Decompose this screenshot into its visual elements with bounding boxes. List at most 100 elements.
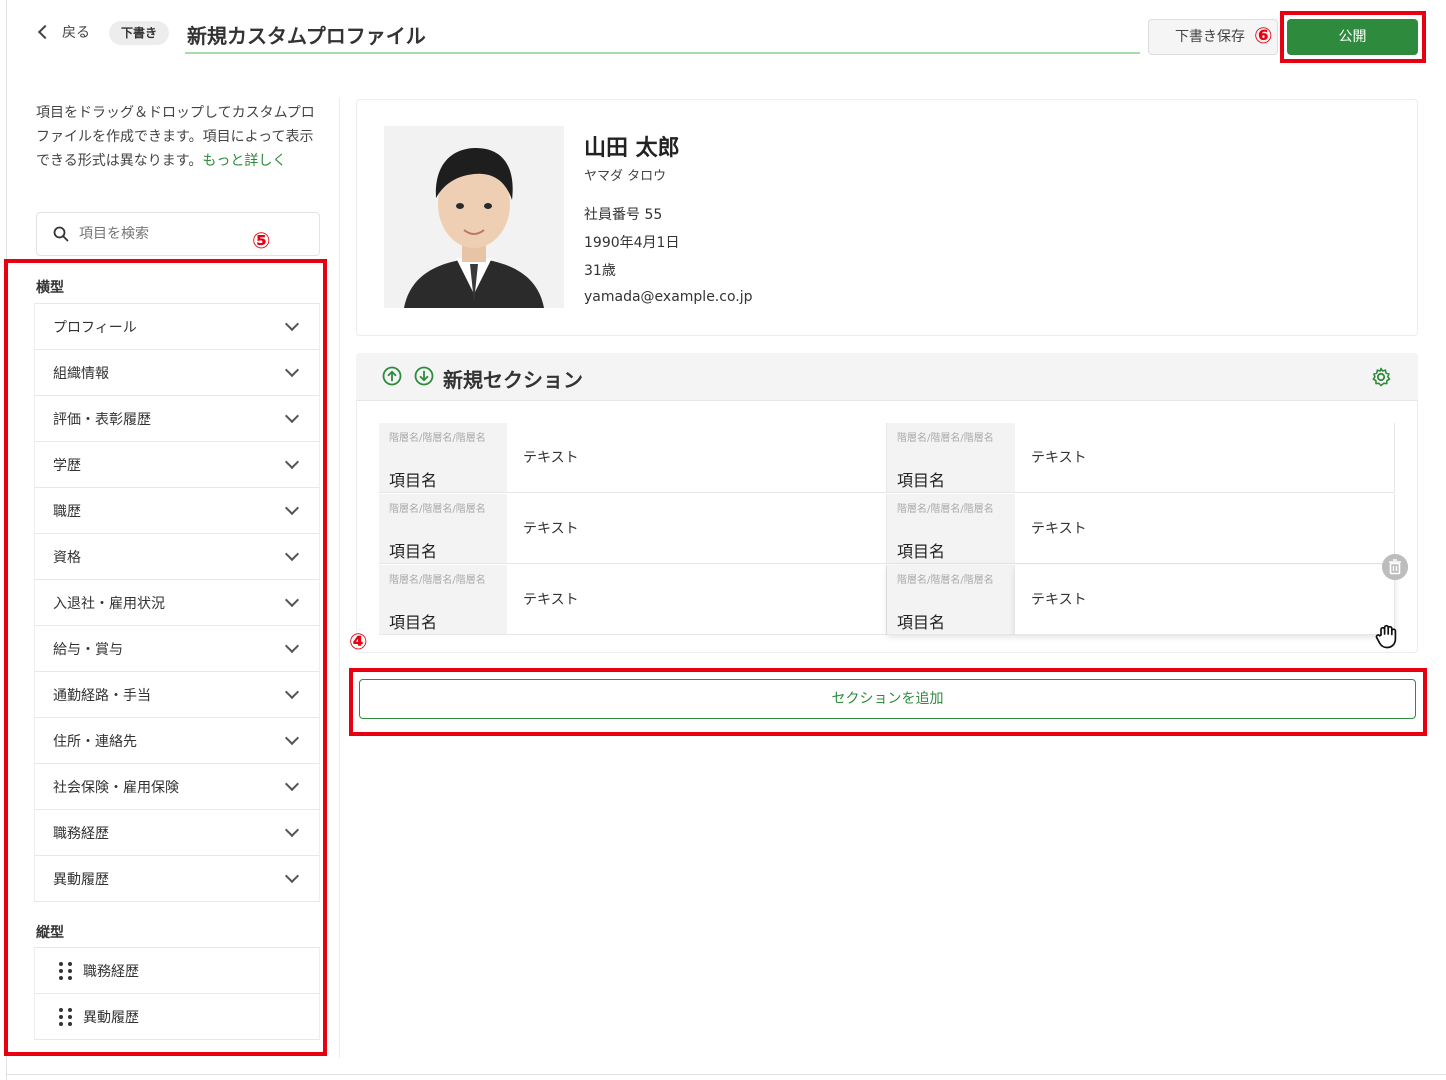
field-path: 階層名/階層名/階層名 xyxy=(897,433,994,444)
search-icon xyxy=(53,226,69,242)
move-up-icon[interactable] xyxy=(382,366,402,386)
field-name: 項目名 xyxy=(389,542,438,561)
chevron-down-icon xyxy=(284,684,300,699)
chevron-down-icon xyxy=(284,822,300,837)
field-path: 階層名/階層名/階層名 xyxy=(897,504,994,515)
field-path: 階層名/階層名/階層名 xyxy=(389,504,486,515)
field-name: 項目名 xyxy=(389,613,438,632)
move-down-icon[interactable] xyxy=(414,366,434,386)
vertical-group-label: 縦型 xyxy=(36,925,64,941)
field-item-employment[interactable]: 入退社・雇用状況 xyxy=(34,580,320,626)
marker-publish: ⑥ xyxy=(1254,24,1273,49)
field-item-organization[interactable]: 組織情報 xyxy=(34,350,320,396)
person-photo-icon xyxy=(384,126,564,308)
field-value-cell: テキスト xyxy=(507,565,887,635)
profile-name: 山田 太郎 xyxy=(584,136,680,161)
chevron-down-icon xyxy=(284,454,300,469)
field-item-label: 資格 xyxy=(53,549,81,566)
chevron-down-icon xyxy=(284,408,300,423)
field-label-cell[interactable]: 階層名/階層名/階層名 項目名 xyxy=(887,565,1015,635)
back-label: 戻る xyxy=(62,25,90,41)
learn-more-link[interactable]: もっと詳しく xyxy=(202,153,286,169)
field-item-label: 職務経歴 xyxy=(83,963,139,980)
drag-handle-icon xyxy=(59,1007,73,1026)
field-item-profile[interactable]: プロフィール xyxy=(34,304,320,350)
chevron-down-icon xyxy=(284,868,300,883)
field-label-cell[interactable]: 階層名/階層名/階層名 項目名 xyxy=(379,565,507,635)
field-item-job-history[interactable]: 職務経歴 xyxy=(34,810,320,856)
field-value-cell: テキスト xyxy=(507,494,887,564)
field-name: 項目名 xyxy=(897,613,946,632)
profile-age: 31歳 xyxy=(584,263,616,279)
chevron-down-icon xyxy=(284,500,300,515)
field-item-address[interactable]: 住所・連絡先 xyxy=(34,718,320,764)
field-item-label: 組織情報 xyxy=(53,365,109,382)
draggable-field-job-history[interactable]: 職務経歴 xyxy=(34,948,320,994)
field-item-salary[interactable]: 給与・賞与 xyxy=(34,626,320,672)
search-input[interactable] xyxy=(79,226,279,242)
field-item-label: 入退社・雇用状況 xyxy=(53,595,165,612)
vertical-field-list: 職務経歴 異動履歴 xyxy=(34,947,320,1040)
field-item-label: 学歴 xyxy=(53,457,81,474)
gear-icon[interactable] xyxy=(1370,366,1392,388)
field-item-work-history[interactable]: 職歴 xyxy=(34,488,320,534)
field-label-cell[interactable]: 階層名/階層名/階層名 項目名 xyxy=(887,494,1015,564)
field-item-commute[interactable]: 通勤経路・手当 xyxy=(34,672,320,718)
field-value-cell: テキスト xyxy=(1015,423,1395,493)
field-item-label: 異動履歴 xyxy=(53,871,109,888)
panel-divider xyxy=(339,98,340,1058)
field-item-label: 社会保険・雇用保険 xyxy=(53,779,179,796)
back-button[interactable]: 戻る xyxy=(37,22,90,42)
grab-hand-icon xyxy=(1375,624,1397,649)
trash-icon[interactable] xyxy=(1382,554,1408,580)
field-item-label: 住所・連絡先 xyxy=(53,733,137,750)
chevron-down-icon xyxy=(284,776,300,791)
field-item-label: 異動履歴 xyxy=(83,1009,139,1026)
drag-handle-icon xyxy=(59,961,73,980)
field-label-cell[interactable]: 階層名/階層名/階層名 項目名 xyxy=(379,423,507,493)
avatar xyxy=(384,126,564,308)
profile-email: yamada@example.co.jp xyxy=(584,289,753,305)
field-label-cell[interactable]: 階層名/階層名/階層名 項目名 xyxy=(887,423,1015,493)
field-path: 階層名/階層名/階層名 xyxy=(389,433,486,444)
profile-title-input[interactable] xyxy=(185,16,1140,54)
field-name: 項目名 xyxy=(897,471,946,490)
field-item-label: 職務経歴 xyxy=(53,825,109,842)
horizontal-field-list: プロフィール 組織情報 評価・表彰履歴 学歴 職歴 資格 入退社・雇用状況 給与… xyxy=(34,303,320,902)
field-item-insurance[interactable]: 社会保険・雇用保険 xyxy=(34,764,320,810)
marker-field-list: ⑤ xyxy=(252,229,271,254)
status-badge: 下書き xyxy=(109,21,170,45)
chevron-down-icon xyxy=(284,730,300,745)
field-label-cell[interactable]: 階層名/階層名/階層名 項目名 xyxy=(379,494,507,564)
field-item-education[interactable]: 学歴 xyxy=(34,442,320,488)
field-item-label: プロフィール xyxy=(53,319,137,336)
chevron-left-icon xyxy=(37,24,53,40)
sidebar-intro: 項目をドラッグ＆ドロップしてカスタムプロファイルを作成できます。項目によって表示… xyxy=(36,101,322,173)
field-item-label: 職歴 xyxy=(53,503,81,520)
chevron-down-icon xyxy=(284,592,300,607)
frame-edge-left xyxy=(6,0,7,1080)
field-item-label: 評価・表彰履歴 xyxy=(53,411,151,428)
publish-button[interactable]: 公開 xyxy=(1287,19,1418,55)
chevron-down-icon xyxy=(284,638,300,653)
field-name: 項目名 xyxy=(897,542,946,561)
section-title: 新規セクション xyxy=(443,368,583,392)
horizontal-group-label: 横型 xyxy=(36,280,64,296)
draggable-field-transfer-history[interactable]: 異動履歴 xyxy=(34,994,320,1040)
field-path: 階層名/階層名/階層名 xyxy=(897,575,994,586)
field-item-evaluation[interactable]: 評価・表彰履歴 xyxy=(34,396,320,442)
field-name: 項目名 xyxy=(389,471,438,490)
field-search[interactable] xyxy=(36,212,320,256)
field-item-transfer-history[interactable]: 異動履歴 xyxy=(34,856,320,902)
profile-birthday: 1990年4月1日 xyxy=(584,235,680,251)
field-item-label: 通勤経路・手当 xyxy=(53,687,151,704)
frame-edge-bottom xyxy=(6,1074,1446,1075)
field-path: 階層名/階層名/階層名 xyxy=(389,575,486,586)
profile-employee-no: 社員番号 55 xyxy=(584,207,663,223)
add-section-button[interactable]: セクションを追加 xyxy=(359,679,1416,719)
field-value-cell: テキスト xyxy=(507,423,887,493)
marker-add-section: ④ xyxy=(349,630,368,655)
field-item-qualifications[interactable]: 資格 xyxy=(34,534,320,580)
field-value-cell: テキスト xyxy=(1015,565,1395,635)
chevron-down-icon xyxy=(284,362,300,377)
